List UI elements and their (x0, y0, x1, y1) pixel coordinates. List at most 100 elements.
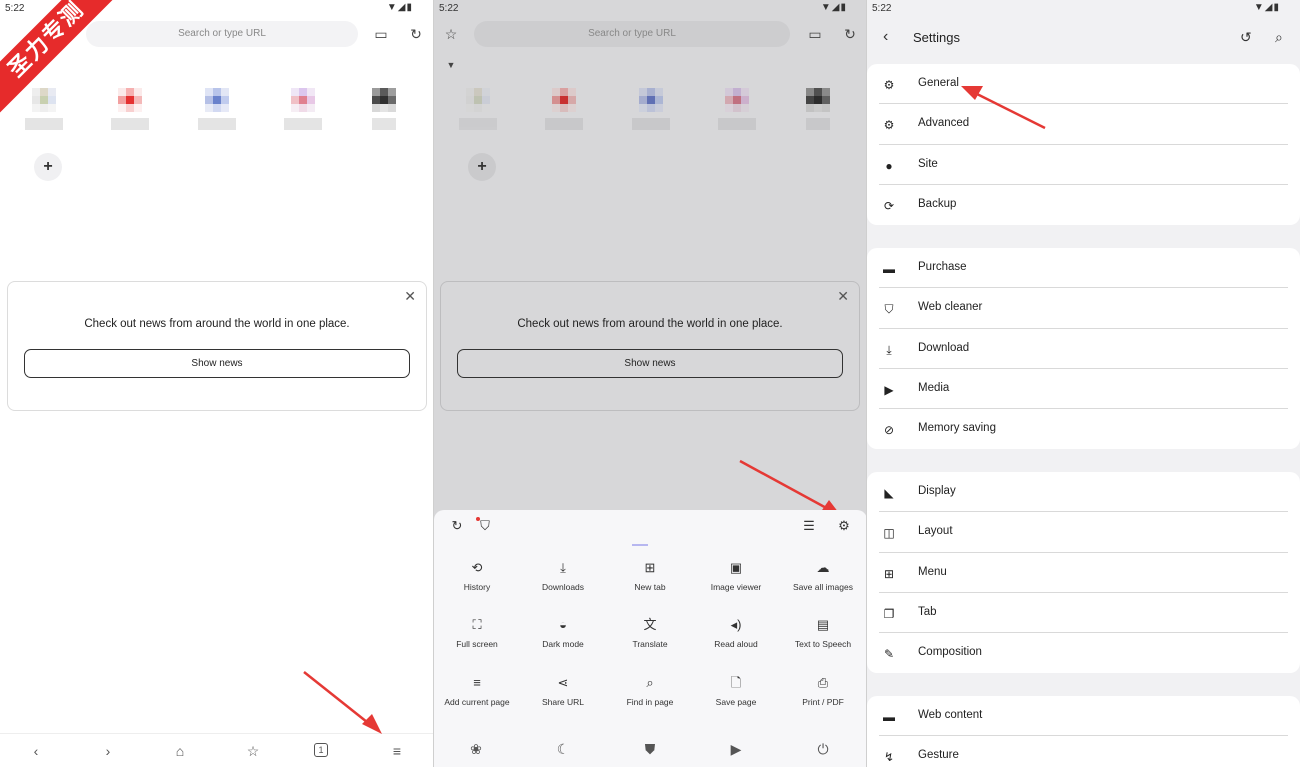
sync-icon: ⟳ (883, 198, 895, 213)
save-page-icon: 🗋 (730, 675, 742, 690)
paint-bucket-icon: ◣ (884, 486, 894, 500)
status-time: 5:22 (5, 3, 25, 14)
close-icon[interactable]: ✕ (404, 288, 416, 305)
speed-dial-tile[interactable] (24, 88, 64, 130)
settings-item-menu[interactable]: ⊞ Menu (867, 553, 1300, 593)
forward-icon[interactable]: › (98, 742, 118, 760)
speed-dial-tile[interactable] (458, 88, 498, 130)
reload-icon[interactable]: ↻ (406, 24, 426, 44)
settings-item-web-content[interactable]: ▬ Web content (867, 696, 1300, 737)
menu-grid-icon: ⊞ (883, 566, 895, 581)
settings-item-backup[interactable]: ⟳ Backup (867, 185, 1300, 225)
secret-mode-icon[interactable]: ⛊ (640, 741, 660, 758)
speed-dial-tile[interactable] (798, 88, 838, 130)
search-input[interactable]: Search or type URL (474, 21, 790, 47)
sheet-bottom-bar: ❀ ☾ ⛊ ▶ ⏻ (434, 733, 867, 767)
refresh-icon[interactable]: ↻ (447, 518, 467, 536)
media-player-icon[interactable]: ▶ (726, 741, 746, 758)
close-icon[interactable]: ✕ (837, 288, 849, 305)
menu-item-history[interactable]: ⟲ History (434, 560, 520, 592)
settings-item-display[interactable]: ◣ Display (867, 472, 1300, 513)
bottom-toolbar: ‹ › ⌂ ☆ 1 ≡ (0, 733, 433, 767)
settings-gear-icon[interactable]: ⚙ (834, 518, 854, 536)
menu-item-find-in-page[interactable]: ⌕ Find in page (607, 675, 693, 707)
settings-item-composition[interactable]: ✎ Composition (867, 633, 1300, 673)
download-icon: ⤓ (886, 342, 892, 357)
back-arrow-icon[interactable]: ‹ (883, 28, 888, 46)
browser-menu-sheet: ↻ ⛉ ☰ ⚙ ⟲ History ⤓ Downloads ⊞ New tab ▣ Im… (434, 510, 867, 767)
menu-item-text-to-speech[interactable]: ▤ Text to Speech (780, 617, 866, 649)
share-icon: ⋖ (557, 675, 569, 690)
settings-item-gesture[interactable]: ↯ Gesture (867, 736, 1300, 767)
reader-mode-icon[interactable]: ▭ (371, 24, 391, 44)
settings-item-media[interactable]: ▶ Media (867, 369, 1300, 410)
back-icon[interactable]: ‹ (26, 742, 46, 760)
menu-item-save-all-images[interactable]: ☁ Save all images (780, 560, 866, 592)
bookmark-star-icon[interactable]: ☆ (441, 24, 461, 44)
settings-item-memory-saving[interactable]: ⊘ Memory saving (867, 409, 1300, 449)
menu-item-save-page[interactable]: 🗋 Save page (693, 675, 779, 707)
dark-mode-icon: ◒ (559, 617, 567, 632)
settings-item-advanced[interactable]: ⚙ Advanced (867, 104, 1300, 145)
settings-item-purchase[interactable]: ▬ Purchase (867, 248, 1300, 289)
reset-icon[interactable]: ↺ (1240, 29, 1252, 46)
sheet-handle (632, 544, 648, 546)
menu-item-print-pdf[interactable]: ⎙ Print / PDF (780, 675, 866, 707)
add-page-icon: ≡ (473, 675, 481, 690)
reload-icon[interactable]: ↻ (840, 24, 860, 44)
toolbar-layout-icon[interactable]: ☰ (799, 518, 819, 536)
menu-item-image-viewer[interactable]: ▣ Image viewer (693, 560, 779, 592)
news-card: ✕ Check out news from around the world i… (440, 281, 860, 411)
menu-item-dark-mode[interactable]: ◒ Dark mode (520, 617, 606, 649)
settings-header: ‹ Settings ↺ ⌕ (867, 18, 1300, 58)
speed-dial-tile[interactable] (631, 88, 671, 130)
settings-item-layout[interactable]: ◫ Layout (867, 512, 1300, 553)
settings-item-web-cleaner[interactable]: ⛉ Web cleaner (867, 288, 1300, 329)
menu-item-translate[interactable]: 文 Translate (607, 617, 693, 649)
menu-item-share-url[interactable]: ⋖ Share URL (520, 675, 606, 707)
menu-item-read-aloud[interactable]: ◂) Read aloud (693, 617, 779, 649)
extensions-icon[interactable]: ❀ (466, 741, 486, 758)
speed-dial-tile[interactable] (283, 88, 323, 130)
menu-item-add-current-page[interactable]: ≡ Add current page (434, 675, 520, 707)
speed-dial-tile[interactable] (197, 88, 237, 130)
collapse-arrow-icon[interactable]: ▼ (441, 55, 461, 75)
search-input[interactable]: Search or type URL (86, 21, 358, 47)
status-icons: ▼◢▮ (386, 2, 413, 13)
menu-item-full-screen[interactable]: ⛶ Full screen (434, 617, 520, 649)
night-mode-icon[interactable]: ☾ (553, 741, 573, 758)
show-news-button[interactable]: Show news (24, 349, 410, 378)
menu-item-new-tab[interactable]: ⊞ New tab (607, 560, 693, 592)
add-shortcut-button[interactable]: + (34, 153, 62, 181)
tab-count-icon[interactable]: 1 (314, 743, 328, 757)
show-news-button[interactable]: Show news (457, 349, 843, 378)
settings-panel: 5:22 ▼◢▮ ‹ Settings ↺ ⌕ ⚙ General ⚙ Advanc… (867, 0, 1300, 767)
settings-item-general[interactable]: ⚙ General (867, 64, 1300, 105)
annotation-arrow (303, 671, 382, 734)
speed-dial-tile[interactable] (717, 88, 757, 130)
status-icons: ▼◢▮ (1253, 2, 1280, 13)
advanced-gear-icon: ⚙ (883, 118, 895, 133)
reader-mode-icon[interactable]: ▭ (805, 24, 825, 44)
settings-group: ◣ Display ◫ Layout ⊞ Menu ❐ Tab ✎ Composition (867, 472, 1300, 674)
speed-dial-tile[interactable] (364, 88, 404, 130)
settings-item-tab[interactable]: ❐ Tab (867, 593, 1300, 634)
speed-dial-tile[interactable] (110, 88, 150, 130)
bookmark-home-icon[interactable]: ☆ (243, 742, 263, 760)
menu-item-downloads[interactable]: ⤓ Downloads (520, 560, 606, 592)
search-icon[interactable]: ⌕ (1275, 29, 1283, 46)
power-icon[interactable]: ⏻ (813, 741, 833, 758)
settings-item-site[interactable]: ● Site (867, 145, 1300, 185)
browser-menu-panel: 5:22 ▼◢▮ ☆ Search or type URL ▭ ↻ ▼ + ✕ … (434, 0, 867, 767)
home-icon[interactable]: ⌂ (170, 742, 190, 760)
translate-icon: 文 (643, 617, 657, 632)
settings-item-download[interactable]: ⤓ Download (867, 329, 1300, 369)
status-icons: ▼◢▮ (820, 2, 847, 13)
shield-icon[interactable]: ⛉ (475, 517, 495, 536)
browser-home-panel: 5:22 ▼◢▮ Search or type URL ▭ ↻ + ✕ Chec… (0, 0, 433, 767)
add-shortcut-button[interactable]: + (468, 153, 496, 181)
find-icon: ⌕ (646, 675, 654, 690)
globe-icon: ● (885, 158, 893, 173)
speed-dial-tile[interactable] (544, 88, 584, 130)
menu-icon[interactable]: ≡ (387, 742, 407, 760)
